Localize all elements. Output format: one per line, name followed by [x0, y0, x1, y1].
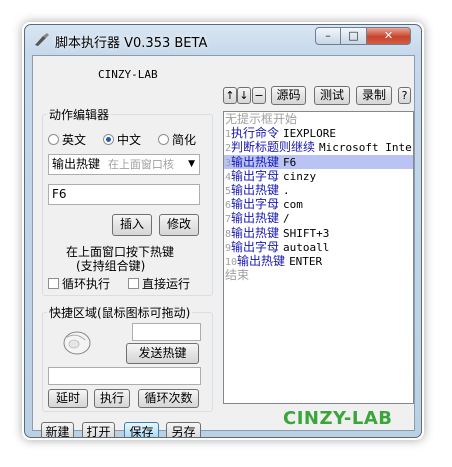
- chevron-down-icon: ▼: [188, 159, 195, 169]
- app-icon: [35, 33, 49, 46]
- brand-logo: CINZY-LAB: [283, 408, 393, 429]
- move-up-button[interactable]: ↑: [223, 87, 237, 104]
- script-line-argument: /: [283, 212, 290, 226]
- script-line-argument: com: [283, 198, 303, 212]
- maximize-button[interactable]: □: [341, 27, 367, 45]
- quick-area-title: 快捷区域(鼠标图标可拖动): [47, 304, 193, 321]
- script-line-command: 执行命令: [231, 126, 280, 141]
- radio-simplified[interactable]: 简化: [158, 131, 196, 148]
- open-button[interactable]: 打开: [82, 422, 115, 437]
- window-title: 脚本执行器 V0.353 BETA: [55, 36, 208, 51]
- quick-text-input[interactable]: [48, 367, 201, 385]
- script-line-number: 10: [225, 256, 238, 268]
- title-bar[interactable]: 脚本执行器 V0.353 BETA – □ ✕: [25, 25, 421, 55]
- param-input[interactable]: F6: [48, 184, 200, 205]
- script-line[interactable]: 5输出热键.: [224, 183, 413, 197]
- script-line-argument: autoall: [283, 240, 330, 254]
- script-line[interactable]: 3输出热键 F6: [224, 154, 413, 169]
- action-select[interactable]: 输出热键 在上面窗口核 ▼: [48, 154, 200, 175]
- action-select-value: 输出热键: [52, 157, 101, 171]
- move-down-button[interactable]: ↓: [237, 87, 251, 104]
- script-editor[interactable]: 无提示框开始 1执行命令 IEXPLORE 2判断标题则继续 Microsoft In…: [223, 111, 414, 404]
- loop-checkbox[interactable]: 循环执行: [48, 275, 110, 292]
- script-line[interactable]: 4输出字母 cinzy: [224, 169, 413, 183]
- script-line-command: 输出字母: [231, 168, 280, 183]
- radio-english-label: 英文: [62, 133, 87, 147]
- radio-simplified-indicator: [158, 134, 169, 145]
- loop-count-button[interactable]: 循环次数: [138, 389, 199, 408]
- modify-button[interactable]: 修改: [159, 214, 199, 236]
- script-line[interactable]: 2判断标题则继续 Microsoft Inter: [224, 140, 413, 154]
- script-line[interactable]: 1执行命令 IEXPLORE: [224, 126, 413, 140]
- script-line-argument: F6: [283, 155, 297, 169]
- script-line-argument: SHIFT+3: [283, 226, 330, 240]
- script-line-command: 输出热键: [231, 182, 280, 197]
- save-as-button[interactable]: 另存: [166, 422, 201, 437]
- new-button[interactable]: 新建: [41, 422, 74, 437]
- script-line-command: 输出热键: [237, 253, 286, 268]
- script-line[interactable]: 8输出热键 SHIFT+3: [224, 226, 413, 240]
- delay-button[interactable]: 延时: [48, 389, 88, 408]
- direct-run-checkbox-label: 直接运行: [142, 277, 191, 291]
- insert-button[interactable]: 插入: [112, 214, 152, 236]
- source-button[interactable]: 源码: [271, 86, 306, 105]
- direct-run-checkbox-box: [128, 278, 139, 289]
- radio-english[interactable]: 英文: [48, 131, 86, 148]
- quick-hotkey-input[interactable]: [132, 323, 201, 341]
- radio-english-indicator: [48, 134, 59, 145]
- action-select-hint: 在上面窗口核: [107, 158, 174, 171]
- script-line-command: 输出字母: [231, 239, 280, 254]
- radio-chinese[interactable]: 中文: [103, 131, 141, 148]
- script-line-command: 输出热键: [231, 225, 280, 240]
- script-line-argument: ENTER: [289, 254, 323, 268]
- radio-chinese-indicator: [103, 134, 114, 145]
- send-hotkey-button[interactable]: 发送热键: [126, 343, 199, 364]
- minimize-button[interactable]: –: [315, 27, 341, 45]
- script-line-argument: .: [283, 183, 290, 197]
- radio-simplified-label: 简化: [172, 133, 197, 147]
- script-lines: 1执行命令 IEXPLORE 2判断标题则继续 Microsoft Inter 3输出热…: [224, 126, 413, 268]
- execute-button[interactable]: 执行: [94, 389, 130, 408]
- brand-label: CINZY-LAB: [98, 68, 158, 81]
- script-line[interactable]: 9输出字母 autoall: [224, 240, 413, 254]
- script-line-command: 输出字母: [231, 197, 280, 212]
- script-line[interactable]: 6输出字母 com: [224, 197, 413, 211]
- action-editor-title: 动作编辑器: [47, 106, 112, 123]
- script-line[interactable]: 7输出热键 /: [224, 211, 413, 225]
- client-area: CINZY-LAB 动作编辑器 英文 中文 简化 输出热键 在上面窗口核 ▼ F…: [32, 55, 415, 437]
- loop-checkbox-label: 循环执行: [62, 277, 111, 291]
- script-line-argument: Microsoft Inter: [319, 141, 414, 155]
- direct-run-checkbox[interactable]: 直接运行: [128, 275, 190, 292]
- script-line-argument: cinzy: [283, 169, 317, 183]
- app-window: 脚本执行器 V0.353 BETA – □ ✕ CINZY-LAB 动作编辑器 …: [24, 24, 422, 438]
- script-header: 无提示框开始: [225, 112, 298, 126]
- radio-chinese-label: 中文: [117, 133, 142, 147]
- close-button[interactable]: ✕: [367, 27, 411, 45]
- script-line-command: 输出热键: [231, 154, 280, 169]
- script-line-argument: IEXPLORE: [283, 127, 337, 141]
- script-footer: 结束: [225, 268, 250, 283]
- mouse-icon[interactable]: [61, 328, 93, 358]
- record-button[interactable]: 录制: [356, 86, 392, 105]
- save-button[interactable]: 保存: [124, 422, 159, 437]
- script-line-command: 输出热键: [231, 211, 280, 226]
- loop-checkbox-box: [48, 278, 59, 289]
- hotkey-hint-line2: (支持组合键): [76, 259, 146, 273]
- help-button[interactable]: ?: [398, 87, 411, 104]
- test-button[interactable]: 测试: [314, 86, 350, 105]
- script-line-command: 判断标题则继续: [231, 140, 316, 155]
- delete-line-button[interactable]: −: [252, 87, 266, 104]
- script-line[interactable]: 10输出热键 ENTER: [224, 254, 413, 268]
